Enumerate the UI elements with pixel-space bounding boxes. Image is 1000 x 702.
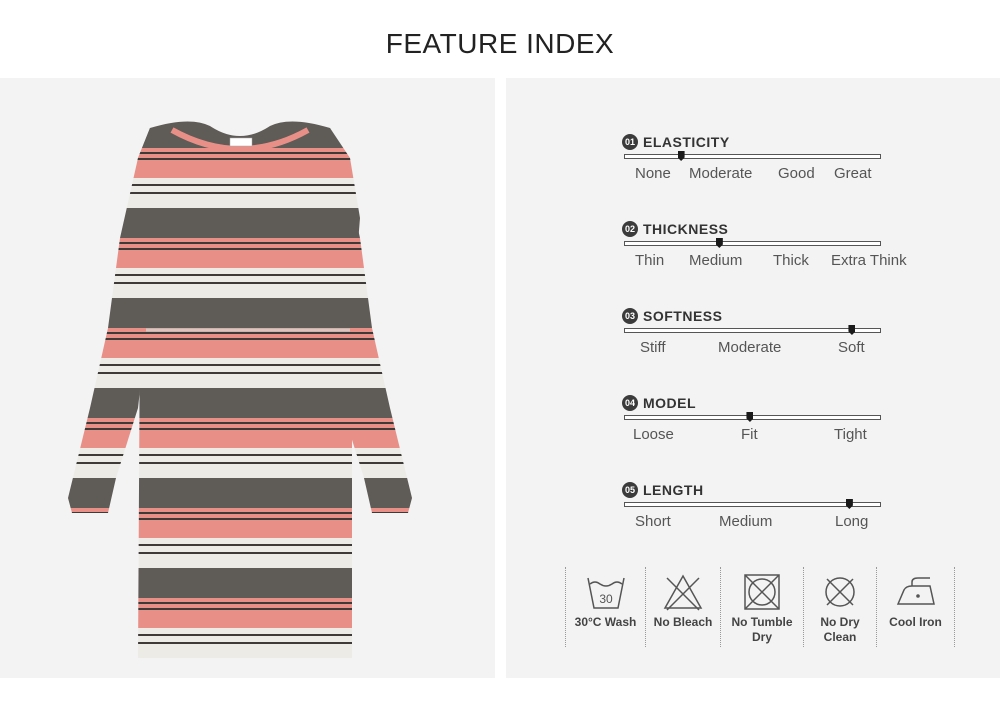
scale-label: Moderate xyxy=(718,339,782,356)
feature-elasticity: 01 ELASTICITY None Moderate Good Great xyxy=(622,132,922,182)
model-scale xyxy=(624,412,881,422)
scale-label: Thin xyxy=(635,252,665,269)
no-bleach-icon xyxy=(663,574,703,611)
scale-label: Tight xyxy=(834,426,867,443)
no-tumble-dry-icon xyxy=(744,574,780,610)
care-label-line2: Dry xyxy=(751,630,772,644)
scale-label: Medium xyxy=(719,513,773,530)
feature-thickness: 02 THICKNESS Thin Medium Thick Extra Thi… xyxy=(622,219,922,269)
cool-iron-icon xyxy=(896,577,935,605)
thickness-scale xyxy=(624,238,881,248)
scale-label: Great xyxy=(834,165,872,182)
wash-30-icon: 30 xyxy=(586,577,625,609)
scale-label: Fit xyxy=(741,426,758,443)
feature-number: 03 xyxy=(622,308,638,324)
no-dry-clean-icon xyxy=(825,577,855,607)
care-label: No Bleach xyxy=(653,615,713,629)
feature-name: LENGTH xyxy=(643,482,704,498)
feature-softness: 03 SOFTNESS Stiff Moderate Soft xyxy=(622,306,922,356)
striped-dress-illustration xyxy=(68,121,412,658)
scale-label: Good xyxy=(778,165,815,182)
dress-image xyxy=(60,118,420,658)
feature-name: THICKNESS xyxy=(643,221,729,237)
care-instructions: 30 30°C Wash No Bleach No Tumble Dry No … xyxy=(565,567,955,647)
scale-label: Moderate xyxy=(689,165,753,182)
care-label: 30°C Wash xyxy=(574,615,637,629)
feature-name: SOFTNESS xyxy=(643,308,723,324)
feature-number: 04 xyxy=(622,395,638,411)
scale-label: Short xyxy=(635,513,671,530)
scale-label: None xyxy=(635,165,671,182)
product-image-panel xyxy=(0,78,495,678)
scale-label: Soft xyxy=(838,339,865,356)
care-no-dry-clean: No Dry Clean xyxy=(803,567,876,647)
feature-name: MODEL xyxy=(643,395,697,411)
care-wash-30: 30 30°C Wash xyxy=(565,567,645,647)
care-label-line2: Clean xyxy=(823,630,857,644)
feature-model: 04 MODEL Loose Fit Tight xyxy=(622,393,922,443)
scale-label: Stiff xyxy=(640,339,666,356)
wash-temp: 30 xyxy=(599,592,613,606)
scale-label: Loose xyxy=(633,426,674,443)
feature-number: 01 xyxy=(622,134,638,150)
care-no-tumble-dry: No Tumble Dry xyxy=(720,567,803,647)
elasticity-scale xyxy=(624,151,881,161)
care-label: Cool Iron xyxy=(889,615,942,629)
feature-number: 05 xyxy=(622,482,638,498)
scale-label: Thick xyxy=(773,252,809,269)
page-title: FEATURE INDEX xyxy=(385,28,615,59)
care-label: No Dry xyxy=(820,615,860,629)
care-cool-iron: Cool Iron xyxy=(876,567,955,647)
scale-label: Medium xyxy=(689,252,743,269)
scale-label: Long xyxy=(835,513,869,530)
feature-number: 02 xyxy=(622,221,638,237)
care-label: No Tumble xyxy=(731,615,793,629)
softness-scale xyxy=(624,325,881,335)
care-no-bleach: No Bleach xyxy=(645,567,720,647)
feature-name: ELASTICITY xyxy=(643,134,730,150)
feature-length: 05 LENGTH Short Medium Long xyxy=(622,480,922,530)
length-scale xyxy=(624,499,881,509)
scale-label: Extra Think xyxy=(831,252,907,269)
